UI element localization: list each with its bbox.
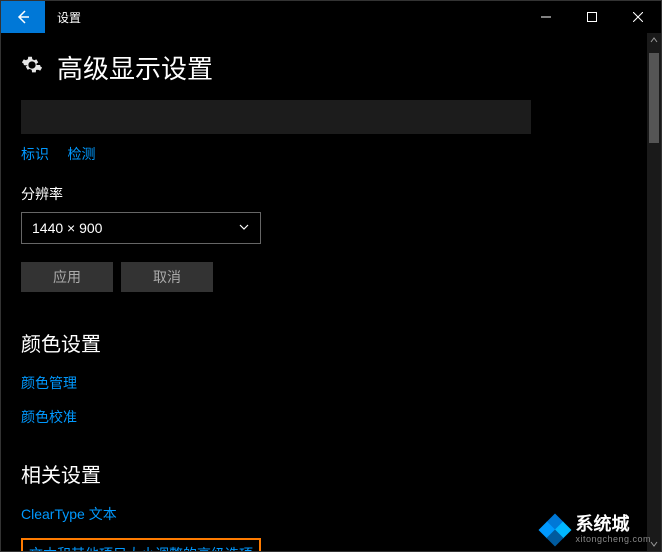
color-calibration-link[interactable]: 颜色校准	[21, 407, 627, 427]
resolution-value: 1440 × 900	[32, 220, 102, 236]
window-title: 设置	[45, 1, 81, 33]
resolution-label: 分辨率	[21, 184, 627, 204]
color-section-heading: 颜色设置	[21, 328, 627, 357]
scroll-up-icon[interactable]	[647, 33, 661, 47]
maximize-icon	[587, 12, 597, 22]
detect-link[interactable]: 检测	[67, 144, 95, 164]
content-area: 高级显示设置 标识 检测 分辨率 1440 × 900 应用 取消 颜色设置 颜…	[1, 33, 647, 551]
resolution-select[interactable]: 1440 × 900	[21, 212, 261, 244]
color-management-link[interactable]: 颜色管理	[21, 373, 627, 393]
scroll-down-icon[interactable]	[647, 537, 661, 551]
close-icon	[633, 12, 643, 22]
related-section-heading: 相关设置	[21, 459, 627, 488]
window-controls	[523, 1, 661, 33]
display-preview	[21, 100, 531, 134]
back-button[interactable]	[1, 1, 45, 33]
scrollbar[interactable]	[647, 33, 661, 551]
chevron-down-icon	[238, 220, 250, 236]
minimize-icon	[541, 12, 551, 22]
page-title: 高级显示设置	[57, 49, 213, 86]
highlighted-option: 文本和其他项目大小调整的高级选项	[21, 538, 261, 551]
apply-button[interactable]: 应用	[21, 262, 113, 292]
cleartype-link[interactable]: ClearType 文本	[21, 504, 627, 524]
cancel-button[interactable]: 取消	[121, 262, 213, 292]
close-button[interactable]	[615, 1, 661, 33]
titlebar: 设置	[1, 1, 661, 33]
maximize-button[interactable]	[569, 1, 615, 33]
gear-icon	[21, 54, 43, 81]
arrow-left-icon	[15, 9, 31, 25]
identify-link[interactable]: 标识	[21, 144, 49, 164]
advanced-sizing-link[interactable]: 文本和其他项目大小调整的高级选项	[29, 544, 253, 551]
scroll-thumb[interactable]	[649, 53, 659, 143]
minimize-button[interactable]	[523, 1, 569, 33]
